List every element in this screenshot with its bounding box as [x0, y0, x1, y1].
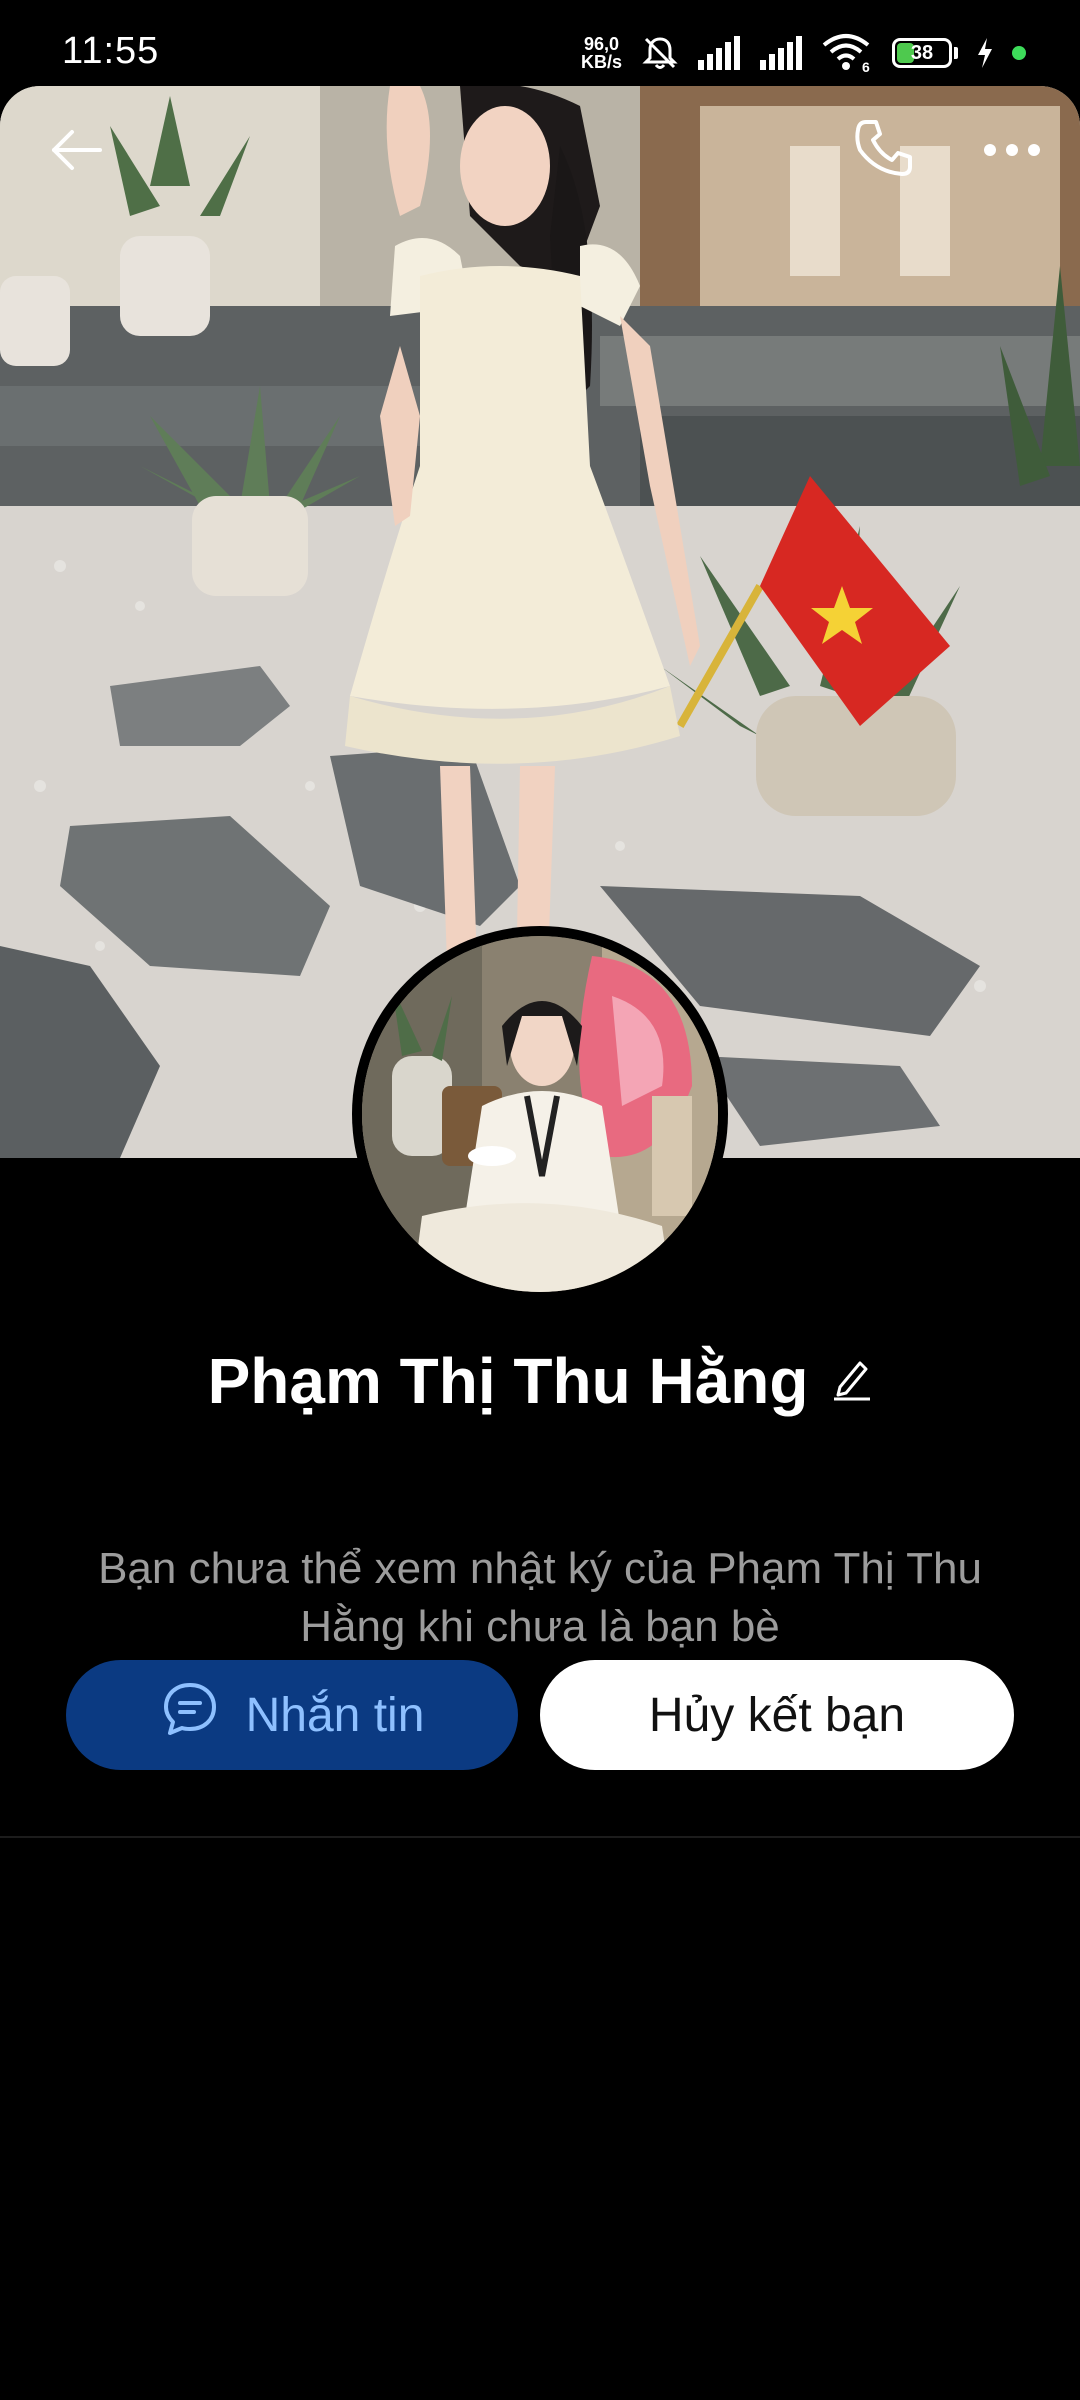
charging-bolt-icon: [976, 38, 994, 68]
notification-dot-icon: [1012, 46, 1026, 60]
more-options-button[interactable]: [982, 130, 1042, 175]
back-button[interactable]: [44, 118, 108, 187]
status-icons: 96,0 KB/s 6 38: [581, 28, 1026, 78]
chat-bubble-icon: [160, 1679, 220, 1751]
arrow-left-icon: [44, 130, 108, 186]
network-speed-value: 96,0: [583, 34, 620, 54]
message-button[interactable]: Nhắn tin: [66, 1660, 518, 1770]
call-button[interactable]: [850, 116, 916, 187]
profile-name-row: Phạm Thị Thu Hằng: [0, 1344, 1080, 1418]
mute-bell-icon: [640, 33, 680, 73]
pencil-icon[interactable]: [832, 1357, 872, 1406]
unfriend-button-label: Hủy kết bạn: [648, 1688, 906, 1742]
message-button-label: Nhắn tin: [245, 1688, 425, 1742]
battery-icon: 38: [892, 38, 958, 68]
profile-name: Phạm Thị Thu Hằng: [207, 1345, 809, 1417]
privacy-note: Bạn chưa thể xem nhật ký của Phạm Thị Th…: [98, 1544, 982, 1651]
unfriend-button[interactable]: Hủy kết bạn: [540, 1660, 1014, 1770]
battery-level: 38: [910, 41, 934, 64]
phone-icon: [850, 120, 916, 186]
network-speed: 96,0 KB/s: [581, 35, 622, 71]
signal-icon: [760, 36, 804, 70]
signal-icon: [698, 36, 742, 70]
avatar[interactable]: [352, 926, 728, 1302]
status-bar: 11:55 96,0 KB/s 6 38: [0, 0, 1080, 100]
wifi-icon: 6: [822, 33, 874, 73]
more-dots-icon: [982, 144, 1042, 174]
network-speed-unit: KB/s: [580, 52, 622, 72]
status-time: 11:55: [62, 30, 160, 72]
divider: [0, 1836, 1080, 1838]
wifi-label: 6: [862, 59, 870, 73]
